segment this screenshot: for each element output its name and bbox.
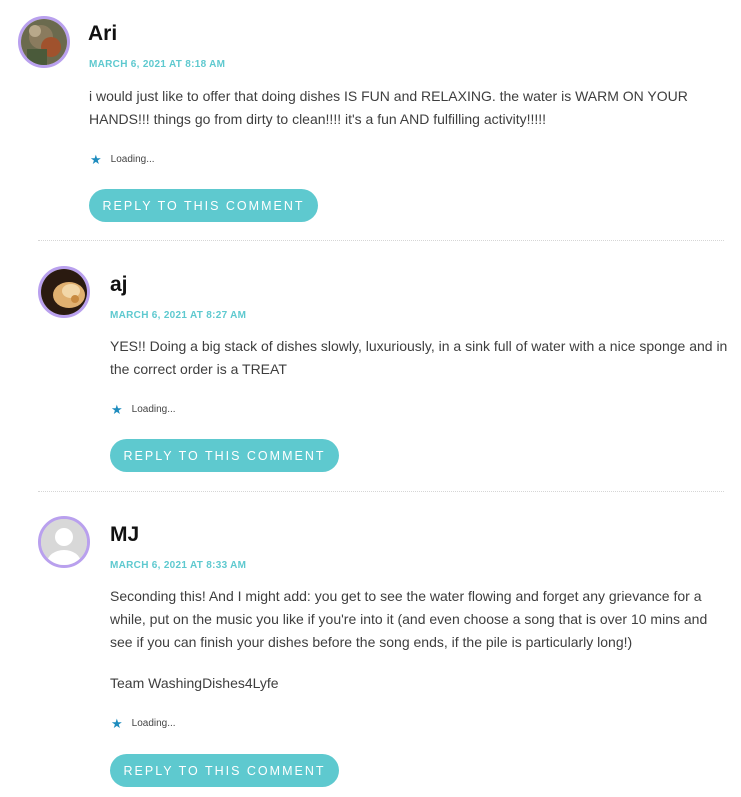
avatar-photo-icon xyxy=(21,19,67,65)
comment-author[interactable]: Ari xyxy=(88,22,117,46)
avatar[interactable] xyxy=(18,16,70,68)
like-widget: ★ Loading... xyxy=(111,403,176,416)
avatar[interactable] xyxy=(38,516,90,568)
like-status: Loading... xyxy=(131,718,176,729)
comment-divider xyxy=(38,491,724,492)
star-icon: ★ xyxy=(90,152,102,167)
comment-date-link[interactable]: MARCH 6, 2021 AT 8:18 AM xyxy=(89,59,225,70)
comment-text: Team WashingDishes4Lyfe xyxy=(110,675,279,691)
comment-text: i would just like to offer that doing di… xyxy=(89,88,688,127)
star-icon: ★ xyxy=(111,402,123,417)
comment-author[interactable]: aj xyxy=(110,273,128,297)
like-widget: ★ Loading... xyxy=(90,153,155,166)
comment-author[interactable]: MJ xyxy=(110,523,139,547)
star-icon: ★ xyxy=(111,716,123,731)
reply-button[interactable]: REPLY TO THIS COMMENT xyxy=(110,439,339,472)
avatar-photo-icon xyxy=(41,269,87,315)
comment-divider xyxy=(38,240,724,241)
like-widget: ★ Loading... xyxy=(111,717,176,730)
comment-date-link[interactable]: MARCH 6, 2021 AT 8:27 AM xyxy=(110,310,246,321)
avatar[interactable] xyxy=(38,266,90,318)
reply-button[interactable]: REPLY TO THIS COMMENT xyxy=(110,754,339,787)
default-avatar-icon xyxy=(41,519,87,565)
like-status: Loading... xyxy=(131,404,176,415)
reply-button[interactable]: REPLY TO THIS COMMENT xyxy=(89,189,318,222)
comment-date-link[interactable]: MARCH 6, 2021 AT 8:33 AM xyxy=(110,560,246,571)
comment-text: YES!! Doing a big stack of dishes slowly… xyxy=(110,338,728,377)
comment-text: Seconding this! And I might add: you get… xyxy=(110,588,708,650)
like-status: Loading... xyxy=(110,154,155,165)
